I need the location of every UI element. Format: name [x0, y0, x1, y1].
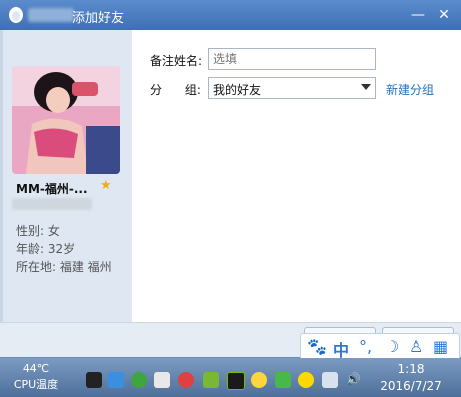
tray-nvidia-icon[interactable]: [227, 372, 245, 390]
avatar[interactable]: [12, 66, 120, 174]
group-select-value: 我的好友: [213, 83, 262, 97]
tray-music-icon[interactable]: [178, 372, 194, 388]
ime-toolbar[interactable]: 🐾 中 °, ☽ ♙ ▦: [300, 333, 460, 361]
dialog-title: 添加好友: [72, 11, 125, 26]
account-obscured: [12, 198, 92, 210]
qq-penguin-icon: [9, 7, 23, 23]
location-info: 所在地: 福建 福州: [16, 260, 112, 274]
tray-cube-icon[interactable]: [108, 372, 124, 388]
minimize-button[interactable]: —: [408, 5, 428, 25]
title-bar[interactable]: 添加好友 — ✕: [0, 0, 461, 30]
remark-label: 备注姓名:: [150, 54, 203, 68]
paw-icon[interactable]: 🐾: [307, 337, 327, 356]
title-obscured: [28, 8, 74, 22]
add-friend-dialog: 添加好友 — ✕ MM-福州-... ★ 性别: 女 年龄: 32岁 所在地: …: [0, 0, 461, 357]
tray-network-icon[interactable]: [322, 372, 338, 388]
tray-qq-icon[interactable]: [251, 372, 267, 388]
panel-edge: [0, 30, 3, 322]
tray-penguin-icon[interactable]: [86, 372, 102, 388]
tray-check-icon[interactable]: [203, 372, 219, 388]
user-icon[interactable]: ♙: [409, 337, 423, 356]
cpu-temp-value: 44℃: [22, 362, 50, 375]
gender-info: 性别: 女: [16, 224, 60, 238]
clock-date: 2016/7/27: [380, 379, 442, 393]
system-clock[interactable]: 1:18 2016/7/27: [376, 361, 446, 395]
close-button[interactable]: ✕: [434, 5, 454, 25]
tray-figure-icon[interactable]: [154, 372, 170, 388]
tray-shield-icon[interactable]: [275, 372, 291, 388]
tray-security-icon[interactable]: [131, 372, 147, 388]
nickname: MM-福州-...: [16, 182, 88, 196]
cpu-temperature: 44℃ CPU温度: [4, 361, 68, 393]
new-group-link[interactable]: 新建分组: [386, 81, 434, 98]
group-label: 分 组:: [150, 83, 201, 97]
moon-icon[interactable]: ☽: [385, 337, 399, 356]
clock-time: 1:18: [397, 362, 425, 376]
age-info: 年龄: 32岁: [16, 242, 76, 256]
star-icon: ★: [100, 178, 112, 193]
group-select[interactable]: 我的好友: [208, 77, 376, 99]
chevron-down-icon: [361, 84, 371, 90]
ime-punct-toggle[interactable]: °,: [359, 337, 372, 356]
cpu-temp-label: CPU温度: [13, 378, 59, 391]
remark-input[interactable]: [208, 48, 376, 70]
volume-icon[interactable]: 🔊: [346, 372, 362, 388]
tray-plus-icon[interactable]: [298, 372, 314, 388]
grid-icon[interactable]: ▦: [433, 337, 448, 356]
